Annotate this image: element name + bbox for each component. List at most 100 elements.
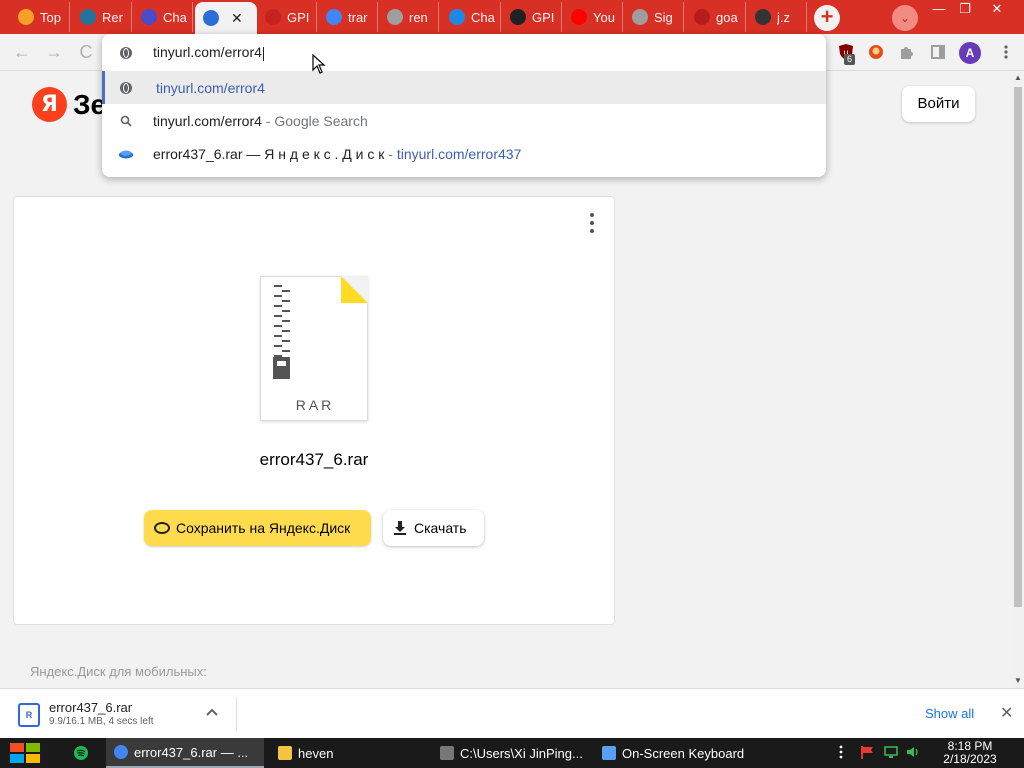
taskbar-item-3[interactable]: On-Screen Keyboard [594, 738, 754, 768]
omnibox-suggestion-search[interactable]: tinyurl.com/error4 - Google Search [102, 104, 826, 137]
globe-icon [118, 80, 134, 96]
file-name: error437_6.rar [259, 450, 369, 469]
tab-0[interactable]: Top [10, 2, 70, 32]
flag-icon [694, 9, 710, 25]
taskbar-item-label: On-Screen Keyboard [622, 745, 745, 761]
tab-title: goa [716, 9, 738, 25]
extension-badge: 6 [844, 54, 855, 65]
yandex-disk-icon [118, 146, 134, 162]
taskbar-item-label: error437_6.rar — ... [134, 744, 249, 760]
tab-9[interactable]: You [563, 2, 623, 32]
volume-icon[interactable] [906, 745, 920, 759]
tab-3[interactable]: ✕ [195, 2, 257, 34]
windows-start-icon[interactable] [8, 739, 44, 767]
yandex-disk-logo[interactable]: Я Зе [32, 87, 106, 122]
scroll-thumb[interactable] [1014, 87, 1022, 607]
profile-avatar[interactable]: A [959, 42, 981, 64]
tab-2[interactable]: Cha [133, 2, 193, 32]
download-status: 9.9/16.1 MB, 4 secs left [49, 716, 154, 727]
taskbar-item-label: C:\Users\Xi JinPing... [460, 745, 583, 761]
scroll-up-icon[interactable]: ▲ [1012, 71, 1024, 85]
address-bar[interactable]: tinyurl.com/error4 [102, 36, 826, 69]
omnibox-suggestion-url[interactable]: tinyurl.com/error4 [102, 71, 826, 104]
suggestion-suffix: - Google Search [261, 112, 368, 129]
scroll-down-icon[interactable]: ▼ [1012, 674, 1024, 688]
download-button[interactable]: Скачать [383, 510, 484, 546]
tab-title: Cha [163, 9, 187, 25]
omnibox-dropdown: tinyurl.com/error4 tinyurl.com/error4 ti… [102, 34, 826, 177]
new-tab-button[interactable]: + [814, 5, 840, 31]
download-item[interactable]: R error437_6.rar 9.9/16.1 MB, 4 secs lef… [10, 695, 236, 733]
tab-4[interactable]: GPI [257, 2, 317, 32]
flag-icon[interactable] [860, 745, 874, 759]
menu-kebab-icon[interactable] [996, 42, 1016, 62]
google-icon [326, 9, 342, 25]
gmail-icon [265, 9, 281, 25]
search-icon [118, 113, 134, 129]
app-icon [449, 9, 465, 25]
back-button[interactable]: ← [10, 41, 34, 65]
keyboard-icon [602, 746, 616, 760]
tab-title: trar [348, 9, 368, 25]
tab-10[interactable]: Sig [624, 2, 684, 32]
reload-button[interactable]: C [74, 41, 98, 65]
download-file-name: error437_6.rar [49, 700, 133, 715]
suggestion-title: error437_6.rar — Я н д е к с . Д и с к [153, 145, 385, 162]
spotify-icon [74, 746, 88, 760]
suggestion-url: tinyurl.com/error4 [156, 79, 265, 96]
wordpress-icon [80, 9, 96, 25]
tab-title: You [593, 9, 615, 25]
login-button[interactable]: Войти [902, 86, 975, 122]
tab-1[interactable]: Rer [72, 2, 132, 32]
tab-title: Top [40, 9, 61, 25]
avatar-extension-icon[interactable] [866, 42, 886, 62]
taskbar-item-1[interactable]: heven [270, 738, 424, 768]
google-icon [510, 9, 526, 25]
tab-search-button[interactable]: ⌄ [892, 5, 918, 31]
side-panel-icon[interactable] [928, 42, 948, 62]
tab-11[interactable]: goa [686, 2, 746, 32]
address-input[interactable]: tinyurl.com/error4 [153, 44, 262, 60]
tab-7[interactable]: Cha [441, 2, 501, 32]
yandex-disk-icon [203, 10, 219, 26]
minimize-button[interactable]: — [928, 2, 950, 18]
network-icon[interactable] [884, 745, 898, 759]
tab-title: Rer [102, 9, 123, 25]
extensions-puzzle-icon[interactable] [896, 42, 916, 62]
taskbar-item-0[interactable]: error437_6.rar — ... [106, 738, 264, 768]
close-tab-icon[interactable]: ✕ [231, 10, 243, 27]
globe-icon [632, 9, 648, 25]
rar-archive-icon: R [18, 703, 40, 727]
mobile-apps-text: Яндекс.Диск для мобильных: [30, 664, 207, 679]
restore-button[interactable]: ❐ [954, 2, 976, 18]
globe-icon [387, 9, 403, 25]
show-all-link[interactable]: Show all [925, 706, 974, 721]
folder-icon [278, 746, 292, 760]
shelf-divider [236, 697, 237, 731]
taskbar-item-2[interactable]: C:\Users\Xi JinPing... [432, 738, 590, 768]
save-to-disk-button[interactable]: Сохранить на Яндекс.Диск [144, 510, 371, 546]
file-card: RAR error437_6.rar Сохранить на Яндекс.Д… [13, 196, 615, 625]
download-icon [394, 521, 406, 535]
forward-button[interactable]: → [42, 41, 66, 65]
close-shelf-button[interactable]: ✕ [1000, 703, 1013, 723]
tab-5[interactable]: trar [318, 2, 378, 32]
windows-taskbar: error437_6.rar — ... heven C:\Users\Xi Jin… [0, 738, 1024, 768]
text-caret [262, 46, 264, 61]
close-window-button[interactable]: ✕ [986, 2, 1008, 18]
tab-title: Sig [654, 9, 673, 25]
tab-title: j.z [777, 9, 790, 25]
clock[interactable]: 8:18 PM 2/18/2023 [934, 740, 1006, 766]
tab-strip: Top Rer Cha ✕ GPI trar ren Cha GPI You Sig goa j.z +… [0, 0, 1024, 34]
tray-menu-icon[interactable] [838, 745, 852, 759]
chrome-icon [114, 745, 128, 759]
tab-6[interactable]: ren [379, 2, 439, 32]
tab-8[interactable]: GPI [502, 2, 562, 32]
scrollbar[interactable]: ▲ ▼ [1012, 71, 1024, 688]
youtube-icon [571, 9, 587, 25]
chevron-up-icon[interactable] [206, 705, 218, 719]
spotify-task[interactable] [66, 738, 98, 768]
tab-12[interactable]: j.z [747, 2, 807, 32]
card-menu-icon[interactable] [588, 213, 596, 233]
omnibox-suggestion-history[interactable]: error437_6.rar — Я н д е к с . Д и с к -… [102, 137, 826, 170]
